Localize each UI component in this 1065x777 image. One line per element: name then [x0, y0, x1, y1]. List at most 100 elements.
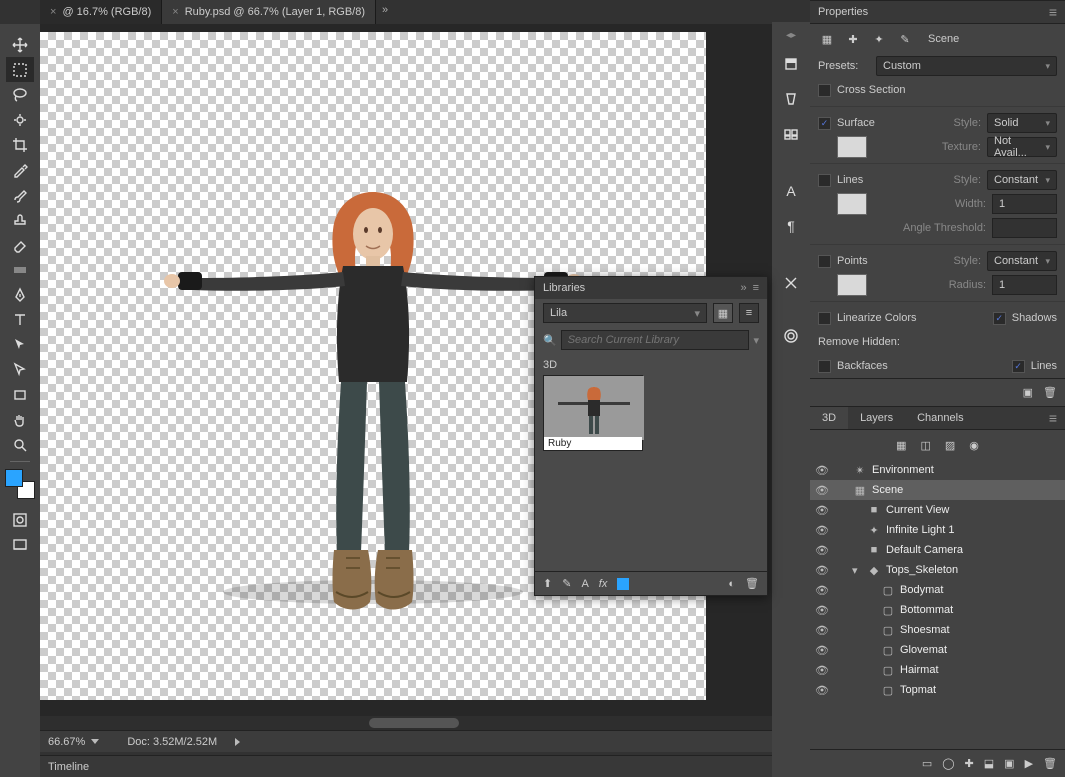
points-radius-input[interactable]: 1	[992, 275, 1057, 295]
surface-checkbox[interactable]	[818, 117, 831, 130]
scene-item[interactable]: 👁▢Shoesmat	[810, 620, 1065, 640]
disclosure-icon[interactable]: ▾	[852, 564, 862, 577]
hand-tool[interactable]	[6, 407, 34, 432]
visibility-icon[interactable]: 👁	[814, 664, 830, 677]
surface-style-dropdown[interactable]: Solid▾	[987, 113, 1057, 133]
panel-menu-icon[interactable]: ≡	[753, 282, 759, 294]
light-icon[interactable]: ✦	[870, 30, 888, 48]
color-swatches[interactable]	[5, 469, 35, 499]
scene-item[interactable]: 👁▢Hairmat	[810, 660, 1065, 680]
library-dropdown[interactable]: Lila▾	[543, 303, 707, 323]
foreground-color[interactable]	[5, 469, 23, 487]
stamp-tool[interactable]	[6, 207, 34, 232]
color-icon[interactable]	[617, 578, 629, 590]
shadows-checkbox[interactable]	[993, 312, 1006, 325]
marquee-tool[interactable]	[6, 57, 34, 82]
history-panel-icon[interactable]	[777, 51, 805, 76]
document-tab-2[interactable]: × Ruby.psd @ 66.7% (Layer 1, RGB/8)	[162, 0, 376, 24]
points-checkbox[interactable]	[818, 255, 831, 268]
visibility-icon[interactable]: 👁	[814, 524, 830, 537]
close-icon[interactable]: ×	[172, 6, 178, 18]
path-select-tool[interactable]	[6, 332, 34, 357]
angle-threshold-input[interactable]	[992, 218, 1057, 238]
scene-item[interactable]: 👁■Current View	[810, 500, 1065, 520]
panel-menu-icon[interactable]: ≡	[1049, 410, 1065, 426]
plane-icon[interactable]: ▭	[922, 757, 932, 770]
render-icon[interactable]: ▶	[1025, 757, 1033, 770]
scene-item[interactable]: 👁▢Bottommat	[810, 600, 1065, 620]
render-icon[interactable]: ▣	[1023, 386, 1033, 399]
lines2-checkbox[interactable]	[1012, 360, 1025, 373]
tab-overflow-icon[interactable]: »	[376, 0, 394, 24]
screenmode-toggle[interactable]	[6, 532, 34, 557]
add-light-icon[interactable]: ✚	[965, 757, 974, 770]
collapse-icon[interactable]: »	[740, 282, 746, 294]
timeline-panel[interactable]: Timeline	[40, 755, 772, 777]
surface-texture-dropdown[interactable]: Not Avail...▾	[987, 137, 1057, 157]
zoom-level[interactable]: 66.67%	[48, 736, 85, 748]
lines-width-input[interactable]: 1	[992, 194, 1057, 214]
visibility-icon[interactable]: 👁	[814, 624, 830, 637]
scene-item[interactable]: 👁✦Infinite Light 1	[810, 520, 1065, 540]
close-icon[interactable]: ×	[50, 6, 56, 18]
gradient-tool[interactable]	[6, 257, 34, 282]
scene-item[interactable]: 👁▾◆Tops_Skeleton	[810, 560, 1065, 580]
chevron-down-icon[interactable]: ▾	[753, 334, 759, 347]
new-icon[interactable]: ▣	[1004, 757, 1014, 770]
scene-item[interactable]: 👁▢Glovemat	[810, 640, 1065, 660]
scene-item[interactable]: 👁▢Topmat	[810, 680, 1065, 700]
filter-material-icon[interactable]: ▨	[945, 439, 955, 452]
chevron-down-icon[interactable]	[91, 739, 99, 744]
direct-select-tool[interactable]	[6, 357, 34, 382]
document-tab-1[interactable]: × @ 16.7% (RGB/8)	[40, 0, 162, 24]
brush-icon[interactable]: ✎	[896, 30, 914, 48]
libraries-panel[interactable]: Libraries » ≡ Lila▾ ▦ ≡ 🔍 ▾ 3D Ruby ⬆ ✎ …	[534, 276, 768, 596]
sphere-icon[interactable]: ◯	[942, 757, 954, 770]
tab-3d[interactable]: 3D	[810, 407, 848, 429]
scene-item[interactable]: 👁▦Scene	[810, 480, 1065, 500]
type-icon[interactable]: A	[581, 578, 588, 590]
character-panel-icon[interactable]: A	[777, 178, 805, 203]
visibility-icon[interactable]: 👁	[814, 484, 830, 497]
eraser-tool[interactable]	[6, 232, 34, 257]
visibility-icon[interactable]: 👁	[814, 584, 830, 597]
visibility-icon[interactable]: 👁	[814, 684, 830, 697]
pen-tool[interactable]	[6, 282, 34, 307]
points-style-dropdown[interactable]: Constant▾	[987, 251, 1057, 271]
cc-libraries-icon[interactable]	[777, 323, 805, 348]
scene-item[interactable]: 👁▢Bodymat	[810, 580, 1065, 600]
trash-icon[interactable]: 🗑	[745, 577, 759, 590]
visibility-icon[interactable]: 👁	[814, 644, 830, 657]
eyedropper-tool[interactable]	[6, 157, 34, 182]
trash-icon[interactable]: 🗑	[1043, 757, 1057, 770]
ground-icon[interactable]: ⬓	[984, 757, 994, 770]
lines-style-dropdown[interactable]: Constant▾	[987, 170, 1057, 190]
zoom-tool[interactable]	[6, 432, 34, 457]
grid-view-button[interactable]: ▦	[713, 303, 733, 323]
scrollbar-thumb[interactable]	[369, 718, 459, 728]
brush-tool[interactable]	[6, 182, 34, 207]
upload-icon[interactable]: ⬆	[543, 577, 552, 590]
scene-item[interactable]: 👁■Default Camera	[810, 540, 1065, 560]
visibility-icon[interactable]: 👁	[814, 464, 830, 477]
quick-select-tool[interactable]	[6, 107, 34, 132]
cross-section-checkbox[interactable]	[818, 84, 831, 97]
quickmask-toggle[interactable]	[6, 507, 34, 532]
trash-icon[interactable]: 🗑	[1043, 386, 1057, 399]
visibility-icon[interactable]: 👁	[814, 604, 830, 617]
visibility-icon[interactable]: 👁	[814, 564, 830, 577]
crop-tool[interactable]	[6, 132, 34, 157]
type-tool[interactable]	[6, 307, 34, 332]
brush-icon[interactable]: ✎	[562, 577, 571, 590]
fx-icon[interactable]: fx	[599, 578, 608, 590]
filter-scene-icon[interactable]: ▦	[896, 439, 906, 452]
lines-checkbox[interactable]	[818, 174, 831, 187]
move-tool[interactable]	[6, 32, 34, 57]
list-view-button[interactable]: ≡	[739, 303, 759, 323]
visibility-icon[interactable]: 👁	[814, 504, 830, 517]
adjustments-panel-icon[interactable]	[777, 270, 805, 295]
presets-dropdown[interactable]: Custom▾	[876, 56, 1057, 76]
library-asset-ruby[interactable]: Ruby	[543, 375, 643, 451]
panel-handle[interactable]: ◂▸	[786, 30, 796, 41]
paragraph-panel-icon[interactable]: ¶	[777, 213, 805, 238]
